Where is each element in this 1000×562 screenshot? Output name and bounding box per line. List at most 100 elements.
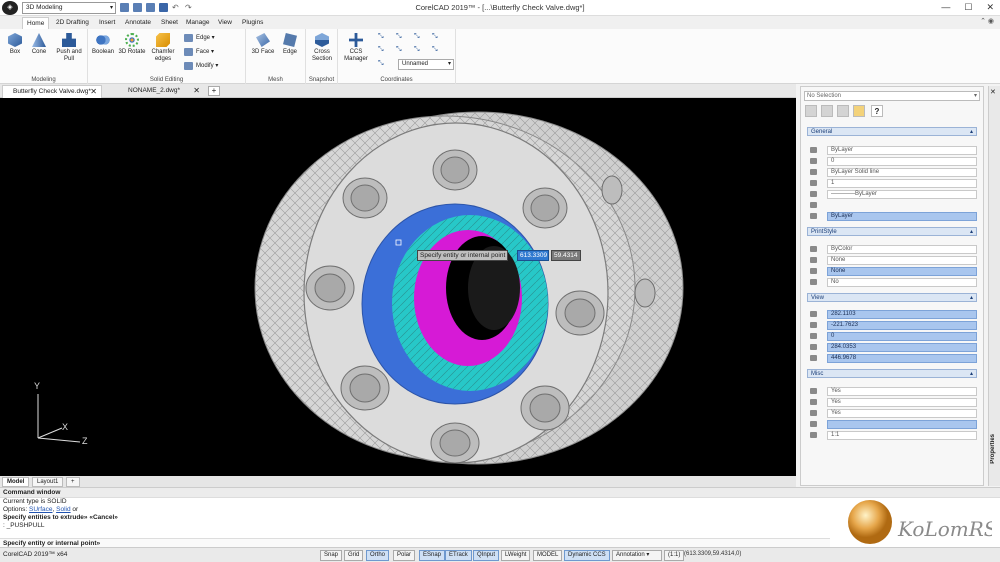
doc-tab-butterfly[interactable]: Butterfly Check Valve.dwg* ✕ (2, 85, 102, 98)
snap-toggle[interactable]: Snap (320, 550, 343, 561)
esnap-toggle[interactable]: ESnap (419, 550, 446, 561)
polar-toggle[interactable]: Polar (393, 550, 416, 561)
document-tabs: Butterfly Check Valve.dwg* ✕ NONAME_2.dw… (0, 84, 796, 98)
etrack-toggle[interactable]: ETrack (445, 550, 472, 561)
boolean-button[interactable]: Boolean (89, 33, 117, 56)
tab-annotate[interactable]: Annotate (121, 17, 155, 29)
tab-layout1[interactable]: Layout1 (32, 477, 64, 487)
prop-linetype[interactable]: ByLayer Solid line (807, 167, 977, 177)
dynamic-ccs-toggle[interactable]: Dynamic CCS (564, 550, 610, 561)
ucs-view-icon[interactable]: ⤡ (378, 46, 388, 54)
tab-home[interactable]: Home (22, 17, 50, 29)
prop-printstyle-unavailable[interactable]: No (807, 277, 977, 287)
ucs-z-icon[interactable]: ⤡ (432, 33, 442, 41)
coord-x-input[interactable]: 613.3309 (517, 250, 549, 261)
tab-sheet[interactable]: Sheet (157, 17, 182, 29)
close-button[interactable]: ✕ (986, 2, 994, 13)
prop-transparency[interactable] (807, 200, 977, 210)
ucs-3point-icon[interactable]: ⤡ (432, 46, 442, 54)
prop-lineweight[interactable]: ————ByLayer (807, 189, 977, 199)
ucs-world-icon[interactable]: ⤡ (378, 60, 388, 68)
push-and-pull-button[interactable]: Push and Pull (54, 33, 84, 63)
prop-height[interactable]: 284.0353 (807, 342, 977, 352)
ucs-face-icon[interactable]: ⤡ (414, 46, 424, 54)
tab-insert[interactable]: Insert (95, 17, 119, 29)
option-solid-link[interactable]: Solid (56, 506, 70, 513)
select-objects-icon[interactable] (805, 105, 817, 117)
ucs-origin-icon[interactable]: ⤡ (378, 33, 388, 41)
ucs-name-icon (810, 421, 817, 427)
section-printstyle[interactable]: PrintStyle ▴ (807, 227, 977, 236)
prop-printstyle-attached[interactable]: None (807, 266, 977, 276)
modify-icon (184, 62, 193, 70)
ucs-x-icon[interactable]: ⤡ (396, 33, 406, 41)
tab-manage[interactable]: Manage (182, 17, 214, 29)
close-icon[interactable]: ✕ (193, 85, 200, 97)
prop-ucs-icon-on[interactable]: Yes (807, 386, 977, 396)
model-toggle[interactable]: MODEL (533, 550, 563, 561)
annotation-scale[interactable]: (1:1) (664, 550, 685, 561)
tab-2d-drafting[interactable]: 2D Drafting (52, 17, 93, 29)
cone-icon (32, 33, 46, 47)
prop-ucs-name[interactable] (807, 419, 977, 429)
new-tab-button[interactable]: + (208, 86, 220, 96)
tab-model[interactable]: Model (2, 477, 30, 487)
toggle-pickadd-icon[interactable] (821, 105, 833, 117)
ribbon-options[interactable]: ⌃ ◉ (980, 17, 994, 25)
prop-printstyle-table[interactable]: None (807, 255, 977, 265)
annotation-dropdown[interactable]: Annotation ▾ (612, 550, 662, 561)
option-surface-link[interactable]: SUrface (29, 506, 52, 513)
properties-side-bar[interactable]: Properties (988, 86, 1000, 486)
tab-plugins[interactable]: Plugins (238, 17, 267, 29)
coord-y-input[interactable]: 59.4314 (551, 250, 581, 261)
close-icon[interactable]: ✕ (90, 86, 97, 98)
filter-icon[interactable] (853, 105, 865, 117)
ucs-y-icon[interactable]: ⤡ (414, 33, 424, 41)
prop-annotation-scale[interactable]: 1:1 (807, 430, 977, 440)
mesh-edge-button[interactable]: Edge (277, 33, 303, 56)
prop-center-x[interactable]: 282.1103 (807, 309, 977, 319)
quick-select-icon[interactable] (837, 105, 849, 117)
chamfer-edges-button[interactable]: Chamfer edges (148, 33, 178, 63)
selection-dropdown[interactable]: No Selection ▾ (804, 91, 980, 101)
edge-dropdown[interactable]: Edge ▾ (184, 33, 215, 43)
prop-thickness[interactable]: ByLayer (807, 211, 977, 221)
cone-button[interactable]: Cone (26, 33, 52, 56)
prop-linetype-scale[interactable]: 1 (807, 178, 977, 188)
minimize-button[interactable]: — (941, 2, 950, 13)
maximize-button[interactable]: ☐ (964, 2, 972, 13)
prop-ucs-at-origin[interactable]: Yes (807, 397, 977, 407)
boolean-icon (96, 33, 110, 47)
ortho-toggle[interactable]: Ortho (366, 550, 390, 561)
lweight-toggle[interactable]: LWeight (501, 550, 531, 561)
section-misc[interactable]: Misc ▴ (807, 369, 977, 378)
prop-width[interactable]: 446.9678 (807, 353, 977, 363)
3d-face-button[interactable]: 3D Face (250, 33, 276, 56)
cross-section-button[interactable]: Cross Section (308, 33, 336, 63)
help-icon[interactable]: ? (871, 105, 883, 117)
drawing-viewport[interactable]: Specify entity or internal point 613.330… (0, 98, 796, 476)
modify-dropdown[interactable]: Modify ▾ (184, 61, 218, 71)
prop-color[interactable]: ByLayer (807, 145, 977, 155)
collapse-icon: ▴ (969, 371, 973, 377)
section-view[interactable]: View ▴ (807, 293, 977, 302)
grid-toggle[interactable]: Grid (344, 550, 364, 561)
prop-printstyle[interactable]: ByColor (807, 244, 977, 254)
doc-tab-noname[interactable]: NONAME_2.dwg* ✕ (118, 85, 204, 98)
cross-section-icon (315, 33, 329, 47)
ucs-object-icon[interactable]: ⤡ (396, 46, 406, 54)
prop-center-y[interactable]: -221.7623 (807, 320, 977, 330)
prop-center-z[interactable]: 0 (807, 331, 977, 341)
3d-rotate-button[interactable]: 3D Rotate (117, 33, 147, 56)
box-button[interactable]: Box (2, 33, 28, 56)
tab-view[interactable]: View (214, 17, 236, 29)
section-general[interactable]: General ▴ (807, 127, 977, 136)
ccs-manager-button[interactable]: CCS Manager (340, 33, 372, 63)
properties-close-icon[interactable]: ✕ (990, 88, 996, 96)
face-dropdown[interactable]: Face ▾ (184, 47, 214, 57)
prop-layer[interactable]: 0 (807, 156, 977, 166)
ucs-dropdown[interactable]: Unnamed ▾ (398, 59, 454, 70)
add-layout-button[interactable]: + (66, 477, 80, 487)
qinput-toggle[interactable]: QInput (473, 550, 500, 561)
prop-ucs-per-viewport[interactable]: Yes (807, 408, 977, 418)
